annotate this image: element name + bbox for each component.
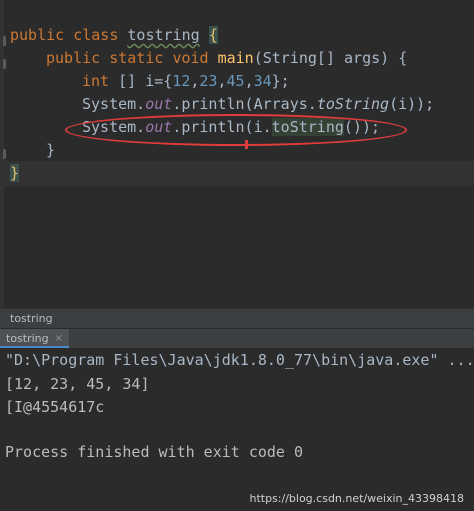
number-literal: 45 [226, 72, 245, 90]
annotation-ellipse [65, 114, 407, 146]
number-literal: 23 [199, 72, 218, 90]
code-line-1[interactable]: public class tostring { [10, 24, 218, 47]
keyword: class [73, 26, 119, 44]
run-tab-label: tostring [6, 332, 49, 345]
run-tab-tostring[interactable]: tostring × [0, 329, 70, 348]
console-line: [I@4554617c [5, 398, 105, 416]
params: (String[] args) { [253, 49, 408, 67]
code-line-2[interactable]: public static void main(String[] args) { [46, 47, 407, 70]
breadcrumb-item[interactable]: tostring [10, 312, 53, 325]
console-line: [12, 23, 45, 34] [5, 375, 150, 393]
annotation-cursor-mark [245, 140, 248, 149]
number-literal: 12 [172, 72, 191, 90]
fold-marker[interactable] [3, 149, 6, 159]
fold-marker[interactable] [3, 36, 6, 46]
keyword: int [82, 72, 110, 90]
declaration-tail: }; [271, 72, 290, 90]
code-editor[interactable]: public class tostring { public static vo… [0, 0, 474, 308]
brace-match: } [10, 164, 20, 182]
console-line: "D:\Program Files\Java\jdk1.8.0_77\bin\j… [5, 351, 474, 369]
watermark-url: https://blog.csdn.net/weixin_43398418 [249, 492, 464, 505]
fold-marker[interactable] [3, 59, 6, 69]
breadcrumb[interactable]: tostring [0, 308, 474, 328]
code-line-6[interactable]: } [46, 139, 55, 162]
console-line: Process finished with exit code 0 [5, 443, 304, 461]
method-name: main [217, 49, 254, 67]
code-line-4[interactable]: System.out.println(Arrays.toString(i)); [82, 93, 434, 116]
keyword: public [46, 49, 101, 67]
static-method: toString [316, 95, 390, 113]
run-tool-window-tabs: tostring × [0, 328, 474, 348]
keyword: public [10, 26, 65, 44]
static-field: out [145, 95, 173, 113]
class-name: tostring [127, 26, 200, 44]
brace-match: { [208, 26, 218, 44]
code-line-7[interactable]: } [10, 162, 20, 185]
declaration: [] i={ [109, 72, 173, 90]
keyword: void [172, 49, 209, 67]
class-ref: System. [82, 95, 146, 113]
current-line-highlight [0, 161, 474, 186]
code-line-3[interactable]: int [] i={12,23,45,34}; [82, 70, 290, 93]
call: .println(Arrays. [172, 95, 317, 113]
call-tail: (i)); [389, 95, 435, 113]
close-icon[interactable]: × [55, 329, 63, 346]
keyword: static [109, 49, 164, 67]
number-literal: 34 [253, 72, 272, 90]
run-console[interactable]: "D:\Program Files\Java\jdk1.8.0_77\bin\j… [0, 348, 474, 511]
